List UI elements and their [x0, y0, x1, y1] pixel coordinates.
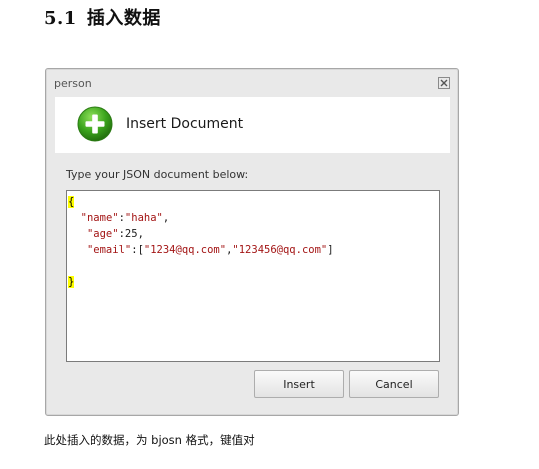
json-comma: ,: [162, 212, 170, 224]
close-icon[interactable]: [438, 77, 450, 89]
code-line: {: [68, 194, 439, 210]
json-value: "1234@qq.com": [143, 244, 227, 256]
code-line: "age":25,: [68, 226, 439, 242]
json-key: "email": [86, 244, 132, 256]
json-value: "123456@qq.com": [232, 244, 328, 256]
plus-icon: [77, 106, 113, 142]
dialog-header-title: Insert Document: [126, 116, 244, 132]
code-line: "email":["1234@qq.com","123456@qq.com"]: [68, 242, 439, 258]
json-key: "name": [80, 212, 119, 224]
section-heading: 5.1 插入数据: [44, 4, 161, 30]
dialog-titlebar: person: [46, 69, 458, 97]
json-bracket: ]: [327, 244, 334, 256]
code-line: }: [68, 274, 439, 290]
insert-document-dialog: person Insert Document Type your JSON do…: [45, 68, 459, 416]
section-title: 插入数据: [86, 8, 161, 29]
json-value: "haha": [124, 212, 163, 224]
close-brace: }: [68, 276, 75, 288]
json-value: 25: [124, 228, 138, 240]
cancel-button[interactable]: Cancel: [349, 370, 439, 398]
json-prompt-label: Type your JSON document below:: [66, 168, 249, 181]
insert-button[interactable]: Insert: [254, 370, 344, 398]
dialog-header-panel: Insert Document: [55, 97, 450, 153]
section-number: 5.1: [44, 8, 77, 29]
open-brace: {: [68, 196, 75, 208]
dialog-title: person: [54, 77, 92, 90]
caption-text: 此处插入的数据，为 bjosn 格式，键值对: [44, 433, 255, 447]
json-key: "age": [86, 228, 119, 240]
json-comma: ,: [137, 228, 144, 240]
json-document-editor[interactable]: { "name":"haha", "age":25, "email":["123…: [66, 190, 440, 362]
code-line: "name":"haha",: [68, 210, 439, 226]
